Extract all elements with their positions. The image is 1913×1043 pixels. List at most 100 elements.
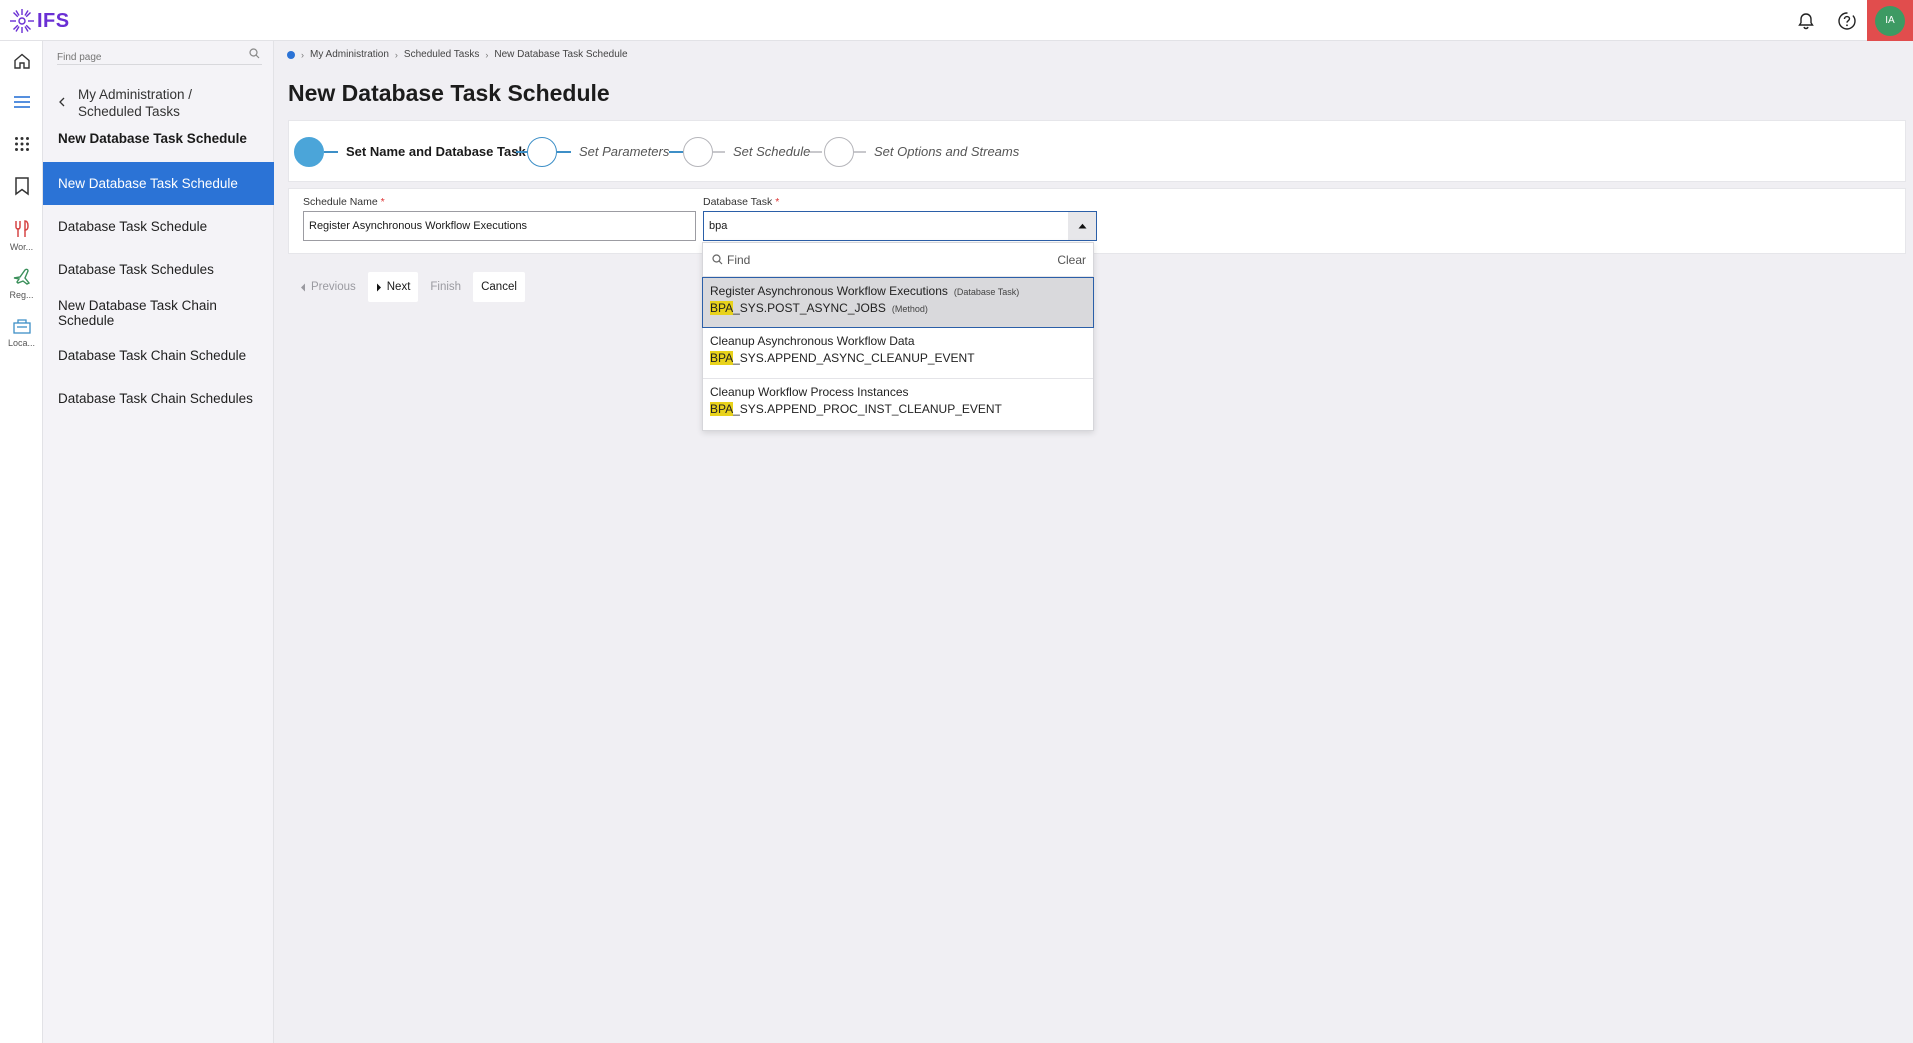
option-code-line: BPA_SYS.POST_ASYNC_JOBS (Method)	[710, 301, 1093, 315]
nav-item-database-task-chain-schedules[interactable]: Database Task Chain Schedules	[43, 377, 274, 420]
option-code-tag: (Method)	[891, 304, 928, 314]
breadcrumb-my-administration[interactable]: My Administration	[310, 49, 389, 60]
rail-home[interactable]	[0, 52, 43, 70]
rail-menu[interactable]	[0, 94, 43, 110]
rail-bookmarks[interactable]	[0, 176, 43, 196]
step-connector	[854, 151, 866, 153]
database-task-label-text: Database Task	[703, 196, 773, 208]
dropdown-option[interactable]: Cleanup Asynchronous Workflow Data BPA_S…	[703, 328, 1093, 379]
database-task-input-text: bpa	[709, 220, 728, 232]
dropdown-find-input[interactable]: Find	[727, 253, 750, 267]
next-button-label: Next	[386, 281, 411, 293]
option-match-highlight: BPA	[710, 351, 734, 365]
required-mark: *	[380, 196, 385, 208]
step-3-label[interactable]: Set Schedule	[733, 144, 810, 159]
breadcrumb-home-icon[interactable]	[287, 50, 295, 59]
logo-text: IFS	[37, 9, 70, 32]
nav-parent-line-1: My Administration /	[78, 87, 193, 102]
schedule-name-field[interactable]: Register Asynchronous Workflow Execution…	[303, 211, 696, 241]
ifs-logo[interactable]: IFS	[9, 8, 70, 34]
next-button[interactable]: Next	[367, 272, 419, 302]
option-title: Register Asynchronous Workflow Execution…	[710, 284, 948, 298]
dropdown-clear-button[interactable]: Clear	[1057, 253, 1086, 267]
bookmark-icon	[14, 177, 29, 196]
rail-label-location: Loca...	[7, 338, 36, 348]
step-2-indicator[interactable]	[527, 137, 557, 167]
rail-register[interactable]: Reg...	[0, 267, 43, 300]
breadcrumb-separator-icon: ›	[301, 49, 304, 60]
ifs-logo-icon	[10, 9, 34, 33]
step-4-indicator[interactable]	[824, 137, 854, 167]
option-code: _SYS.APPEND_PROC_INST_CLEANUP_EVENT	[733, 402, 1002, 416]
find-page-input[interactable]	[57, 52, 237, 63]
nav-section-title: New Database Task Schedule	[58, 131, 247, 146]
notifications-bell-icon[interactable]	[1794, 9, 1818, 33]
form-card: Schedule Name * Register Asynchronous Wo…	[288, 188, 1906, 254]
option-title-line: Register Asynchronous Workflow Execution…	[710, 284, 1093, 298]
left-rail: Wor... Reg... Loca...	[0, 41, 43, 1043]
nav-item-database-task-schedules[interactable]: Database Task Schedules	[43, 248, 274, 291]
option-title: Cleanup Asynchronous Workflow Data	[710, 334, 915, 348]
nav-parent-label: My Administration / Scheduled Tasks	[78, 86, 192, 120]
user-menu[interactable]: IA	[1867, 0, 1913, 41]
dropdown-option[interactable]: Register Asynchronous Workflow Execution…	[702, 277, 1094, 328]
menu-icon	[13, 96, 30, 108]
rail-label-work: Wor...	[9, 242, 34, 252]
database-task-label: Database Task *	[703, 196, 779, 208]
caret-up-icon	[1078, 223, 1086, 229]
navigation-panel: My Administration / Scheduled Tasks New …	[43, 41, 274, 1043]
tools-icon	[14, 220, 29, 237]
nav-item-new-database-task-schedule[interactable]: New Database Task Schedule	[43, 162, 274, 205]
wizard-stepper: Set Name and Database Task Set Parameter…	[288, 120, 1906, 182]
help-icon[interactable]	[1835, 9, 1859, 33]
breadcrumb-separator-icon: ›	[485, 49, 489, 60]
step-connector	[713, 151, 725, 153]
home-icon	[13, 53, 30, 69]
dropdown-toggle-button[interactable]	[1068, 212, 1096, 240]
option-type-tag: (Database Task)	[953, 287, 1020, 297]
step-2-label[interactable]: Set Parameters	[579, 144, 669, 159]
rail-work[interactable]: Wor...	[0, 219, 43, 252]
previous-button[interactable]: Previous	[292, 272, 364, 302]
option-code: _SYS.APPEND_ASYNC_CLEANUP_EVENT	[733, 351, 975, 365]
dropdown-find-bar: Find Clear	[703, 243, 1093, 277]
option-code: _SYS.POST_ASYNC_JOBS	[733, 301, 886, 315]
rail-apps[interactable]	[0, 136, 43, 152]
rail-label-register: Reg...	[9, 290, 34, 300]
nav-item-new-database-task-chain-schedule[interactable]: New Database Task Chain Schedule	[43, 291, 274, 334]
plane-icon	[13, 268, 30, 285]
nav-item-database-task-schedule[interactable]: Database Task Schedule	[43, 205, 274, 248]
option-title-line: Cleanup Workflow Process Instances	[710, 385, 1093, 399]
nav-search[interactable]	[57, 47, 262, 65]
option-title-line: Cleanup Asynchronous Workflow Data	[710, 334, 1093, 348]
breadcrumb-current: New Database Task Schedule	[494, 49, 628, 60]
step-3-indicator[interactable]	[683, 137, 713, 167]
caret-left-icon	[301, 283, 305, 291]
page-title: New Database Task Schedule	[288, 80, 610, 106]
finish-button[interactable]: Finish	[422, 272, 469, 302]
option-code-line: BPA_SYS.APPEND_PROC_INST_CLEANUP_EVENT	[710, 402, 1093, 416]
caret-right-icon	[376, 283, 381, 291]
search-icon	[249, 48, 260, 59]
rail-location[interactable]: Loca...	[0, 317, 43, 348]
step-1-indicator[interactable]	[294, 137, 324, 167]
nav-back-button[interactable]: My Administration / Scheduled Tasks	[58, 86, 248, 120]
step-1-label[interactable]: Set Name and Database Task	[346, 144, 526, 159]
breadcrumb: › My Administration › Scheduled Tasks › …	[287, 49, 628, 60]
step-connector	[669, 151, 683, 153]
step-connector	[557, 151, 571, 153]
option-match-highlight: BPA	[710, 402, 734, 416]
breadcrumb-separator-icon: ›	[394, 49, 398, 60]
nav-parent-line-2: Scheduled Tasks	[78, 104, 180, 119]
breadcrumb-scheduled-tasks[interactable]: Scheduled Tasks	[404, 49, 479, 60]
database-task-field[interactable]: bpa	[703, 211, 1097, 241]
wizard-buttons: Previous Next Finish Cancel	[292, 272, 525, 302]
dropdown-option[interactable]: Cleanup Workflow Process Instances BPA_S…	[703, 379, 1093, 430]
step-4-label[interactable]: Set Options and Streams	[874, 144, 1019, 159]
step-connector	[810, 151, 822, 153]
search-icon	[712, 254, 723, 265]
avatar: IA	[1875, 5, 1905, 36]
required-mark: *	[775, 196, 780, 208]
cancel-button[interactable]: Cancel	[473, 272, 525, 302]
nav-item-database-task-chain-schedule[interactable]: Database Task Chain Schedule	[43, 334, 274, 377]
